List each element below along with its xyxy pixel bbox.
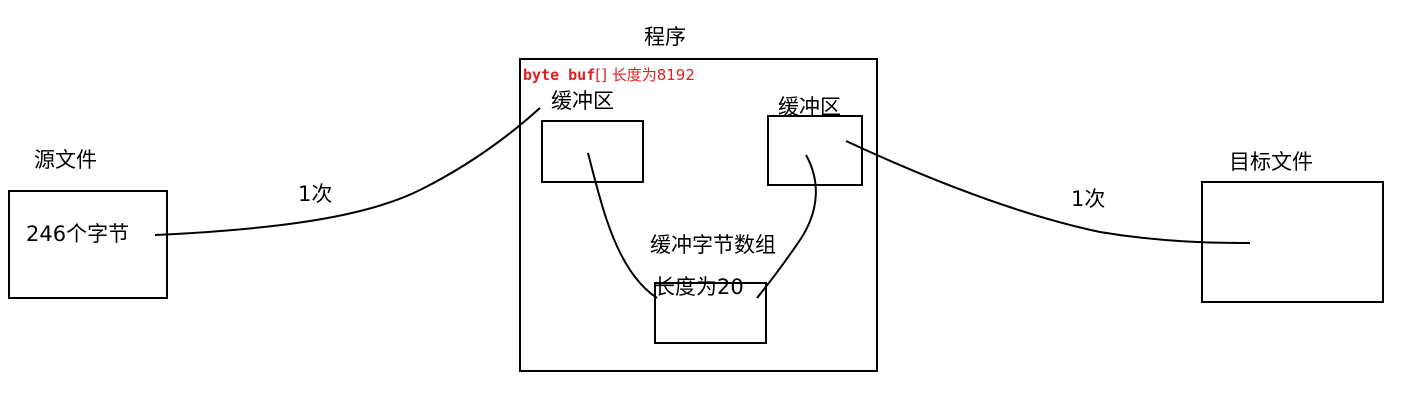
read-connector	[154, 107, 541, 236]
array-to-output-connector	[756, 154, 817, 299]
fill-array-connector	[587, 152, 658, 299]
write-connector	[845, 140, 1251, 244]
connector-layer	[154, 107, 1251, 299]
diagram-canvas: 源文件 246个字节 1次 程序 byte buf[] 长度为8192 缓冲区 …	[0, 0, 1409, 400]
